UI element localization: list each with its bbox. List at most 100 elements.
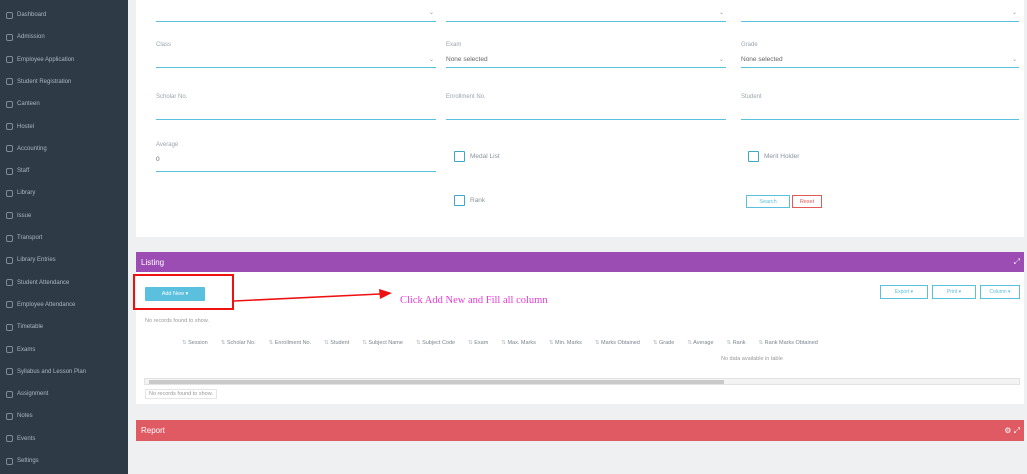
gear-icon[interactable]: ⚙ ⤢ (1004, 426, 1020, 436)
medal-list-checkbox[interactable]: Medal List (454, 151, 500, 162)
user-plus-icon (6, 33, 13, 41)
export-button[interactable]: Export ▾ (880, 285, 928, 299)
column-header[interactable]: Average (687, 340, 713, 346)
merit-holder-checkbox[interactable]: Merit Holder (748, 151, 799, 162)
wallet-icon (6, 145, 13, 153)
scholar-no-input[interactable]: Scholar No. (156, 94, 436, 120)
rank-checkbox[interactable]: Rank (454, 195, 485, 206)
exam-select[interactable]: Exam None selected ⌄ (446, 42, 726, 68)
column-header[interactable]: Min. Marks (549, 340, 582, 346)
sidebar-item[interactable]: Student Attendance (0, 272, 128, 294)
sidebar-item[interactable]: Events (0, 428, 128, 450)
annotation-text: Click Add New and Fill all column (400, 295, 548, 306)
column-header[interactable]: Grade (653, 340, 674, 346)
column-header[interactable]: Subject Name (362, 340, 403, 346)
sidebar-item[interactable]: Student Registration (0, 71, 128, 93)
clock-icon (6, 301, 13, 309)
file-icon (6, 56, 13, 64)
bus-icon (6, 234, 13, 242)
class-label: Class (156, 42, 172, 48)
sidebar-item[interactable]: Accounting (0, 138, 128, 160)
average-input[interactable]: Average 0 (156, 142, 436, 172)
top-field-3[interactable]: ⌄ (741, 0, 1019, 22)
class-select[interactable]: Class ⌄ (156, 42, 436, 68)
book-icon (6, 189, 13, 197)
sidebar-item[interactable]: Dashboard (0, 4, 128, 26)
sidebar-item[interactable]: Settings (0, 450, 128, 472)
sidebar-item-label: Library Entries (17, 257, 56, 264)
dashboard-icon (6, 11, 13, 19)
column-header[interactable]: Exam (468, 340, 488, 346)
users-icon (6, 167, 13, 175)
enrollment-no-label: Enrollment No. (446, 94, 486, 100)
rank-label: Rank (470, 197, 486, 204)
sidebar-item[interactable]: Transport (0, 227, 128, 249)
chevron-down-icon: ⌄ (428, 57, 434, 63)
sidebar-item[interactable]: Issue (0, 205, 128, 227)
column-header[interactable]: Max. Marks (501, 340, 535, 346)
grade-label: Grade (741, 42, 758, 48)
column-header[interactable]: Enrollment No. (269, 340, 311, 346)
column-header[interactable]: Marks Obtained (595, 340, 640, 346)
column-header[interactable]: Rank Marks Obtained (759, 340, 818, 346)
medal-list-label: Medal List (470, 153, 500, 160)
student-input[interactable]: Student (741, 94, 1019, 120)
column-visibility-button[interactable]: Column ▾ (980, 285, 1020, 299)
sidebar-item-label: Canteen (17, 101, 40, 108)
average-value: 0 (156, 156, 160, 163)
sidebar-item[interactable]: Hostel (0, 116, 128, 138)
table-icon (6, 323, 13, 331)
sidebar-item[interactable]: Exams (0, 339, 128, 361)
column-header[interactable]: Rank (727, 340, 746, 346)
sidebar-item[interactable]: Staff (0, 160, 128, 182)
sidebar-item[interactable]: Library Entries (0, 249, 128, 271)
sidebar-item[interactable]: Admission (0, 26, 128, 48)
print-button[interactable]: Print ▾ (932, 285, 976, 299)
sidebar-item[interactable]: Canteen (0, 93, 128, 115)
records-info-top: No records found to show. (145, 318, 209, 324)
empty-table-message: No data available in table (721, 356, 783, 362)
listing-title: Listing (141, 257, 165, 267)
doc-icon (6, 368, 13, 376)
enrollment-no-input[interactable]: Enrollment No. (446, 94, 726, 120)
sidebar-item-label: Accounting (17, 145, 47, 152)
report-header: Report ⚙ ⤢ (136, 420, 1024, 441)
expand-icon[interactable]: ⤢ (1014, 257, 1020, 267)
sidebar-item[interactable]: Notes (0, 405, 128, 427)
sidebar-item-label: Hostel (17, 123, 35, 130)
horizontal-scrollbar[interactable] (144, 378, 1020, 385)
sidebar-item[interactable]: Employee Attendance (0, 294, 128, 316)
sidebar-item-label: Events (17, 435, 36, 442)
sidebar-item-label: Student Attendance (17, 279, 70, 286)
column-header[interactable]: Subject Code (416, 340, 455, 346)
student-label: Student (741, 94, 762, 100)
sidebar-item-label: Library (17, 190, 36, 197)
top-field-1[interactable]: ⌄ (156, 0, 436, 22)
column-header[interactable]: Session (182, 340, 208, 346)
checkbox-box[interactable] (454, 195, 465, 206)
grade-select[interactable]: Grade None selected ⌄ (741, 42, 1019, 68)
sidebar-item[interactable]: Assignment (0, 383, 128, 405)
sidebar-item-label: Employee Application (17, 56, 75, 63)
column-header[interactable]: Student (324, 340, 349, 346)
top-field-2[interactable]: ⌄ (446, 0, 726, 22)
report-panel: Report ⚙ ⤢ (136, 420, 1024, 460)
scrollbar-thumb[interactable] (149, 380, 724, 384)
listing-panel: Listing ⤢ Add New ▾ Export ▾ Print ▾ Col… (136, 252, 1024, 404)
listing-header: Listing ⤢ (136, 252, 1024, 272)
sidebar-item[interactable]: Timetable (0, 316, 128, 338)
checkbox-box[interactable] (454, 151, 465, 162)
reset-button[interactable]: Reset (792, 195, 822, 208)
home-icon (6, 123, 13, 130)
sidebar-item[interactable]: Library (0, 182, 128, 204)
chevron-down-icon: ⌄ (1011, 10, 1017, 16)
sidebar-item[interactable]: Syllabus and Lesson Plan (0, 361, 128, 383)
sidebar-item-label: Settings (17, 458, 39, 464)
filter-form: ⌄ ⌄ ⌄ Class ⌄ Exam None selected ⌄ Grade… (136, 0, 1024, 237)
chevron-down-icon: ⌄ (718, 10, 724, 16)
sidebar-item[interactable]: Employee Application (0, 49, 128, 71)
checkbox-box[interactable] (748, 151, 759, 162)
column-header[interactable]: Scholar No. (221, 340, 256, 346)
search-button[interactable]: Search (746, 195, 790, 208)
clipboard-icon (6, 390, 13, 398)
